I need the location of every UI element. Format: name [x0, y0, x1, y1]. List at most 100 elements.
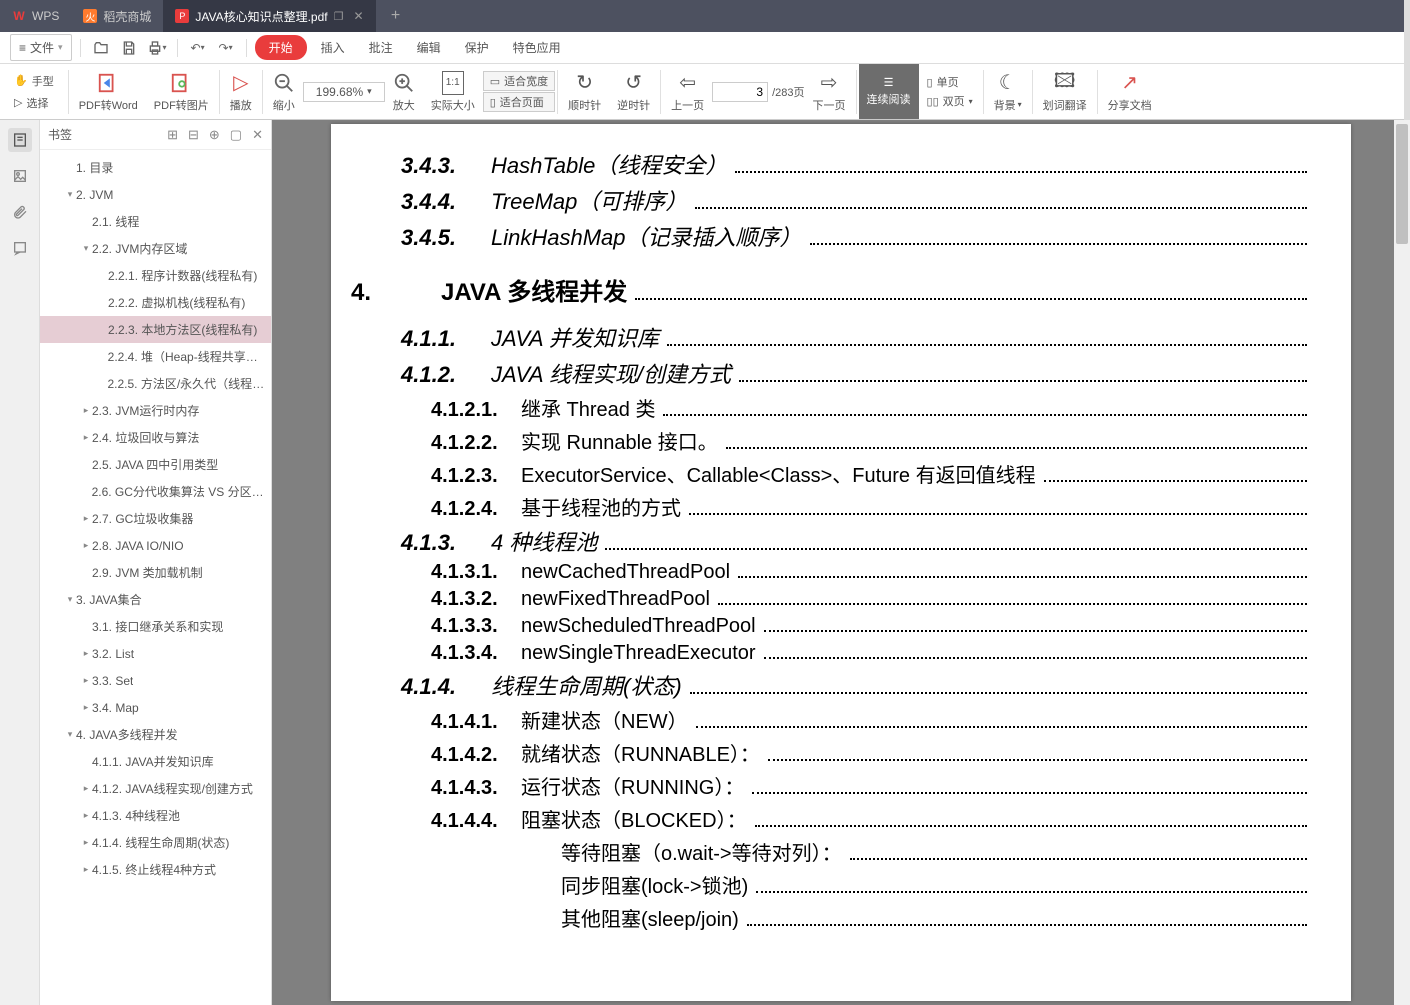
- toc-entry[interactable]: 4.1.1.JAVA 并发知识库: [351, 321, 1311, 353]
- tab-store[interactable]: 火 稻壳商城: [71, 0, 163, 32]
- toggle-icon[interactable]: ▸: [80, 675, 92, 686]
- toggle-icon[interactable]: ▸: [80, 513, 92, 524]
- bookmark-item[interactable]: 2.2.5. 方法区/永久代（线程共...: [40, 370, 271, 397]
- hand-tool[interactable]: ✋手型: [10, 71, 58, 91]
- toggle-icon[interactable]: ▸: [80, 837, 92, 848]
- bookmark-item[interactable]: 2.2.3. 本地方法区(线程私有): [40, 316, 271, 343]
- bookmark-item[interactable]: 2.1. 线程: [40, 208, 271, 235]
- bookmark-rail-icon[interactable]: [8, 128, 32, 152]
- menu-tab-edit[interactable]: 编辑: [407, 35, 451, 60]
- zoom-out-button[interactable]: 缩小: [265, 71, 303, 113]
- toc-entry[interactable]: 4.1.2.JAVA 线程实现/创建方式: [351, 357, 1311, 389]
- actual-size-button[interactable]: 1:1 实际大小: [423, 71, 483, 113]
- bookmark-item[interactable]: ▾2.2. JVM内存区域: [40, 235, 271, 262]
- bookmark-item[interactable]: ▸2.8. JAVA IO/NIO: [40, 532, 271, 559]
- toggle-icon[interactable]: ▸: [80, 783, 92, 794]
- bookmark-item[interactable]: 2.2.2. 虚拟机栈(线程私有): [40, 289, 271, 316]
- thumbnail-rail-icon[interactable]: [8, 164, 32, 188]
- menu-tab-protect[interactable]: 保护: [455, 35, 499, 60]
- toggle-icon[interactable]: ▾: [64, 729, 76, 740]
- toc-entry[interactable]: 3.4.5.LinkHashMap（记录插入顺序）: [351, 220, 1311, 252]
- toc-entry[interactable]: 4.JAVA 多线程并发: [351, 272, 1311, 307]
- print-icon[interactable]: ▾: [145, 36, 169, 60]
- toc-entry[interactable]: 4.1.2.1.继承 Thread 类: [351, 393, 1311, 422]
- close-tab-icon[interactable]: ✕: [353, 9, 363, 23]
- rotate-ccw-button[interactable]: ↺ 逆时针: [609, 71, 658, 113]
- toc-entry[interactable]: 4.1.4.4.阻塞状态（BLOCKED）：: [351, 804, 1311, 833]
- bookmark-item[interactable]: ▾3. JAVA集合: [40, 586, 271, 613]
- bookmark-item[interactable]: ▸3.2. List: [40, 640, 271, 667]
- share-button[interactable]: ↗ 分享文档: [1100, 71, 1160, 113]
- select-tool[interactable]: ▷选择: [10, 93, 58, 113]
- bookmark-item[interactable]: ▸2.7. GC垃圾收集器: [40, 505, 271, 532]
- file-menu[interactable]: ≡ 文件 ▾: [10, 34, 72, 61]
- save-icon[interactable]: [117, 36, 141, 60]
- bookmark-item[interactable]: 2.2.1. 程序计数器(线程私有): [40, 262, 271, 289]
- toggle-icon[interactable]: ▸: [80, 864, 92, 875]
- toc-entry[interactable]: 4.1.4.2.就绪状态（RUNNABLE）：: [351, 738, 1311, 767]
- toc-entry[interactable]: 4.1.3.3.newScheduledThreadPool: [351, 615, 1311, 638]
- toc-entry[interactable]: 4.1.3.4.newSingleThreadExecutor: [351, 642, 1311, 665]
- toc-entry[interactable]: 4.1.3.2.newFixedThreadPool: [351, 588, 1311, 611]
- fit-width-button[interactable]: ▭适合宽度: [483, 71, 555, 91]
- bookmark-item[interactable]: ▸4.1.2. JAVA线程实现/创建方式: [40, 775, 271, 802]
- menu-tab-special[interactable]: 特色应用: [503, 35, 571, 60]
- toggle-icon[interactable]: ▸: [80, 702, 92, 713]
- bookmark-item[interactable]: ▸4.1.4. 线程生命周期(状态): [40, 829, 271, 856]
- attachment-rail-icon[interactable]: [8, 200, 32, 224]
- page-number-input[interactable]: [712, 82, 768, 102]
- pdf-to-image-button[interactable]: PDF转图片: [146, 71, 217, 113]
- fit-page-button[interactable]: ▯适合页面: [483, 92, 555, 112]
- toc-entry[interactable]: 3.4.3.HashTable（线程安全）: [351, 148, 1311, 180]
- single-page-button[interactable]: ▯单页: [923, 73, 977, 91]
- close-panel-icon[interactable]: ✕: [252, 127, 263, 143]
- toc-entry[interactable]: 3.4.4.TreeMap（可排序）: [351, 184, 1311, 216]
- rotate-cw-button[interactable]: ↻ 顺时针: [560, 71, 609, 113]
- zoom-level[interactable]: 199.68%▾: [303, 82, 385, 102]
- bookmark-item[interactable]: 2.2.4. 堆（Heap-线程共享）-...: [40, 343, 271, 370]
- toc-entry[interactable]: 同步阻塞(lock->锁池): [351, 870, 1311, 899]
- restore-icon[interactable]: ❐: [334, 10, 344, 23]
- annotation-rail-icon[interactable]: [8, 236, 32, 260]
- bookmark-item[interactable]: 2.6. GC分代收集算法 VS 分区收...: [40, 478, 271, 505]
- toggle-icon[interactable]: ▾: [64, 594, 76, 605]
- next-page-button[interactable]: ⇨ 下一页: [805, 71, 854, 113]
- toc-entry[interactable]: 4.1.4.线程生命周期(状态): [351, 669, 1311, 701]
- bookmark-item[interactable]: 1. 目录: [40, 154, 271, 181]
- toggle-icon[interactable]: ▸: [80, 432, 92, 443]
- toggle-icon[interactable]: ▸: [80, 648, 92, 659]
- toc-entry[interactable]: 4.1.2.2.实现 Runnable 接口。: [351, 426, 1311, 455]
- bookmark-item[interactable]: ▸4.1.5. 终止线程4种方式: [40, 856, 271, 883]
- redo-icon[interactable]: ↷▾: [214, 36, 238, 60]
- add-bookmark-icon[interactable]: ⊕: [209, 127, 220, 143]
- play-button[interactable]: ▷ 播放: [222, 71, 260, 113]
- menu-tab-start[interactable]: 开始: [255, 35, 307, 60]
- expand-all-icon[interactable]: ⊞: [167, 127, 178, 143]
- bookmark-flag-icon[interactable]: ▢: [230, 127, 242, 143]
- toggle-icon[interactable]: ▸: [80, 540, 92, 551]
- undo-icon[interactable]: ↶▾: [186, 36, 210, 60]
- collapse-all-icon[interactable]: ⊟: [188, 127, 199, 143]
- double-page-button[interactable]: ▯▯双页▾: [923, 92, 977, 110]
- continuous-read-button[interactable]: ☰ 连续阅读: [859, 64, 919, 119]
- toc-entry[interactable]: 4.1.2.3.ExecutorService、Callable<Class>、…: [351, 459, 1311, 488]
- translate-button[interactable]: 🖾 划词翻译: [1035, 71, 1095, 113]
- toc-entry[interactable]: 4.1.4.1.新建状态（NEW）: [351, 705, 1311, 734]
- zoom-in-button[interactable]: 放大: [385, 71, 423, 113]
- prev-page-button[interactable]: ⇦ 上一页: [663, 71, 712, 113]
- bookmark-item[interactable]: ▸2.3. JVM运行时内存: [40, 397, 271, 424]
- toc-entry[interactable]: 等待阻塞（o.wait->等待对列）：: [351, 837, 1311, 866]
- toggle-icon[interactable]: ▸: [80, 405, 92, 416]
- open-icon[interactable]: [89, 36, 113, 60]
- menu-tab-comment[interactable]: 批注: [359, 35, 403, 60]
- background-button[interactable]: ☾ 背景▾: [986, 71, 1030, 113]
- scroll-thumb[interactable]: [1396, 124, 1408, 244]
- menu-tab-insert[interactable]: 插入: [311, 35, 355, 60]
- toc-entry[interactable]: 4.1.3.1.newCachedThreadPool: [351, 561, 1311, 584]
- bookmark-item[interactable]: ▸4.1.3. 4种线程池: [40, 802, 271, 829]
- toc-entry[interactable]: 其他阻塞(sleep/join): [351, 903, 1311, 932]
- bookmark-item[interactable]: 3.1. 接口继承关系和实现: [40, 613, 271, 640]
- toc-entry[interactable]: 4.1.3.4 种线程池: [351, 525, 1311, 557]
- bookmark-item[interactable]: 2.9. JVM 类加载机制: [40, 559, 271, 586]
- bookmark-item[interactable]: ▸3.4. Map: [40, 694, 271, 721]
